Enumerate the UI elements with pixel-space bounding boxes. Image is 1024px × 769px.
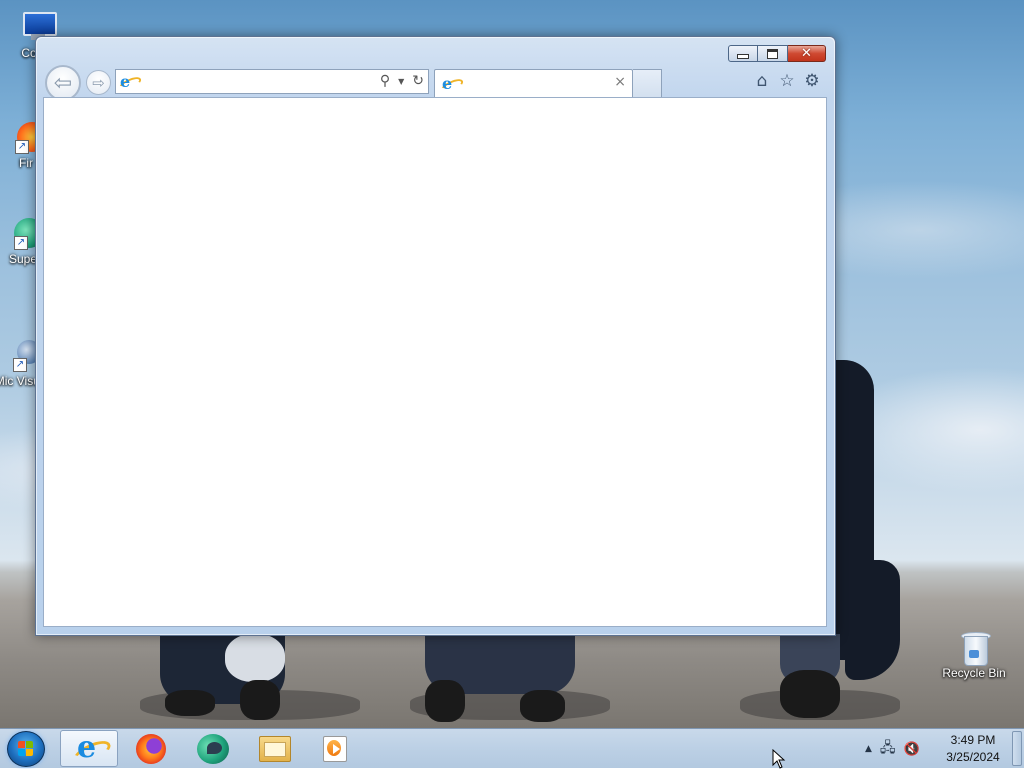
- address-input[interactable]: [140, 72, 374, 92]
- back-arrow-icon: ⇦: [53, 70, 73, 96]
- maximize-button[interactable]: [758, 45, 788, 62]
- shortcut-arrow-icon: ↗: [14, 236, 28, 250]
- ie-page-icon: e: [439, 74, 465, 96]
- penguin-foot: [520, 690, 565, 722]
- maximize-icon: [767, 48, 778, 59]
- address-bar[interactable]: e ⚲ ▼ ↻: [115, 69, 429, 94]
- windows-logo-icon: [18, 741, 34, 757]
- show-hidden-icons-chevron-icon[interactable]: ▲: [865, 744, 872, 754]
- network-icon[interactable]: 🖧: [880, 737, 896, 761]
- start-button[interactable]: [7, 731, 45, 767]
- tab-close-icon[interactable]: ×: [614, 74, 626, 90]
- forward-button[interactable]: ⇨: [86, 70, 111, 95]
- desktop-icon-label: Recycle Bin: [942, 666, 1006, 680]
- taskbar-file-explorer[interactable]: [246, 730, 304, 767]
- taskbar-firefox[interactable]: [122, 730, 180, 767]
- minimize-button[interactable]: [728, 45, 758, 62]
- taskbar-internet-explorer[interactable]: e: [60, 730, 118, 769]
- firefox-icon: [136, 733, 166, 764]
- penguin-right-tail: [845, 560, 900, 680]
- show-desktop-button[interactable]: [1012, 731, 1022, 766]
- desktop-icon-recycle-bin[interactable]: Recycle Bin: [938, 630, 1010, 680]
- system-tray: ▲ 🖧 🔇: [865, 729, 920, 769]
- supercopy-icon: [197, 733, 229, 764]
- browser-tab[interactable]: e ×: [434, 69, 633, 97]
- forward-arrow-icon: ⇨: [92, 73, 105, 92]
- page-content-area[interactable]: [43, 97, 827, 627]
- ie-page-icon: e: [117, 72, 143, 94]
- close-icon: ✕: [801, 46, 812, 61]
- taskbar: e ▲ 🖧 🔇 3:49 PM 3/25/2024: [0, 728, 1024, 769]
- shortcut-arrow-icon: ↗: [13, 358, 27, 372]
- shortcut-arrow-icon: ↗: [15, 140, 29, 154]
- new-tab-button[interactable]: [633, 69, 662, 97]
- star-icon[interactable]: ☆: [777, 71, 797, 91]
- refresh-icon[interactable]: ↻: [412, 73, 424, 89]
- internet-explorer-icon: e: [70, 730, 114, 769]
- close-button[interactable]: ✕: [788, 45, 826, 62]
- internet-explorer-window[interactable]: ✕ ⇦ ⇨ e ⚲ ▼ ↻ e × ⌂ ☆ ⚙: [35, 36, 836, 636]
- back-button[interactable]: ⇦: [45, 65, 81, 101]
- gear-icon[interactable]: ⚙: [802, 71, 822, 91]
- penguin-foot: [780, 670, 840, 718]
- clock-date: 3/25/2024: [946, 750, 1000, 764]
- media-player-icon: [323, 735, 347, 762]
- address-bar-actions: ⚲ ▼ ↻: [380, 73, 424, 89]
- penguin-foot: [165, 690, 215, 716]
- volume-muted-icon[interactable]: 🔇: [904, 742, 920, 757]
- visual-studio-icon: ↗: [5, 338, 41, 372]
- chevron-down-icon[interactable]: ▼: [398, 77, 404, 86]
- clock-time: 3:49 PM: [950, 733, 996, 747]
- penguin-belly: [225, 634, 285, 682]
- minimize-icon: [737, 54, 749, 59]
- taskbar-windows-media-player[interactable]: [306, 730, 364, 767]
- penguin-foot: [240, 680, 280, 720]
- penguin-foot: [425, 680, 465, 722]
- folder-icon: [259, 735, 291, 762]
- clock[interactable]: 3:49 PM 3/25/2024: [940, 732, 1006, 766]
- home-icon[interactable]: ⌂: [752, 71, 772, 91]
- recycle-bin-icon: [957, 630, 991, 666]
- search-icon[interactable]: ⚲: [380, 73, 390, 89]
- taskbar-supercopy[interactable]: [184, 730, 242, 767]
